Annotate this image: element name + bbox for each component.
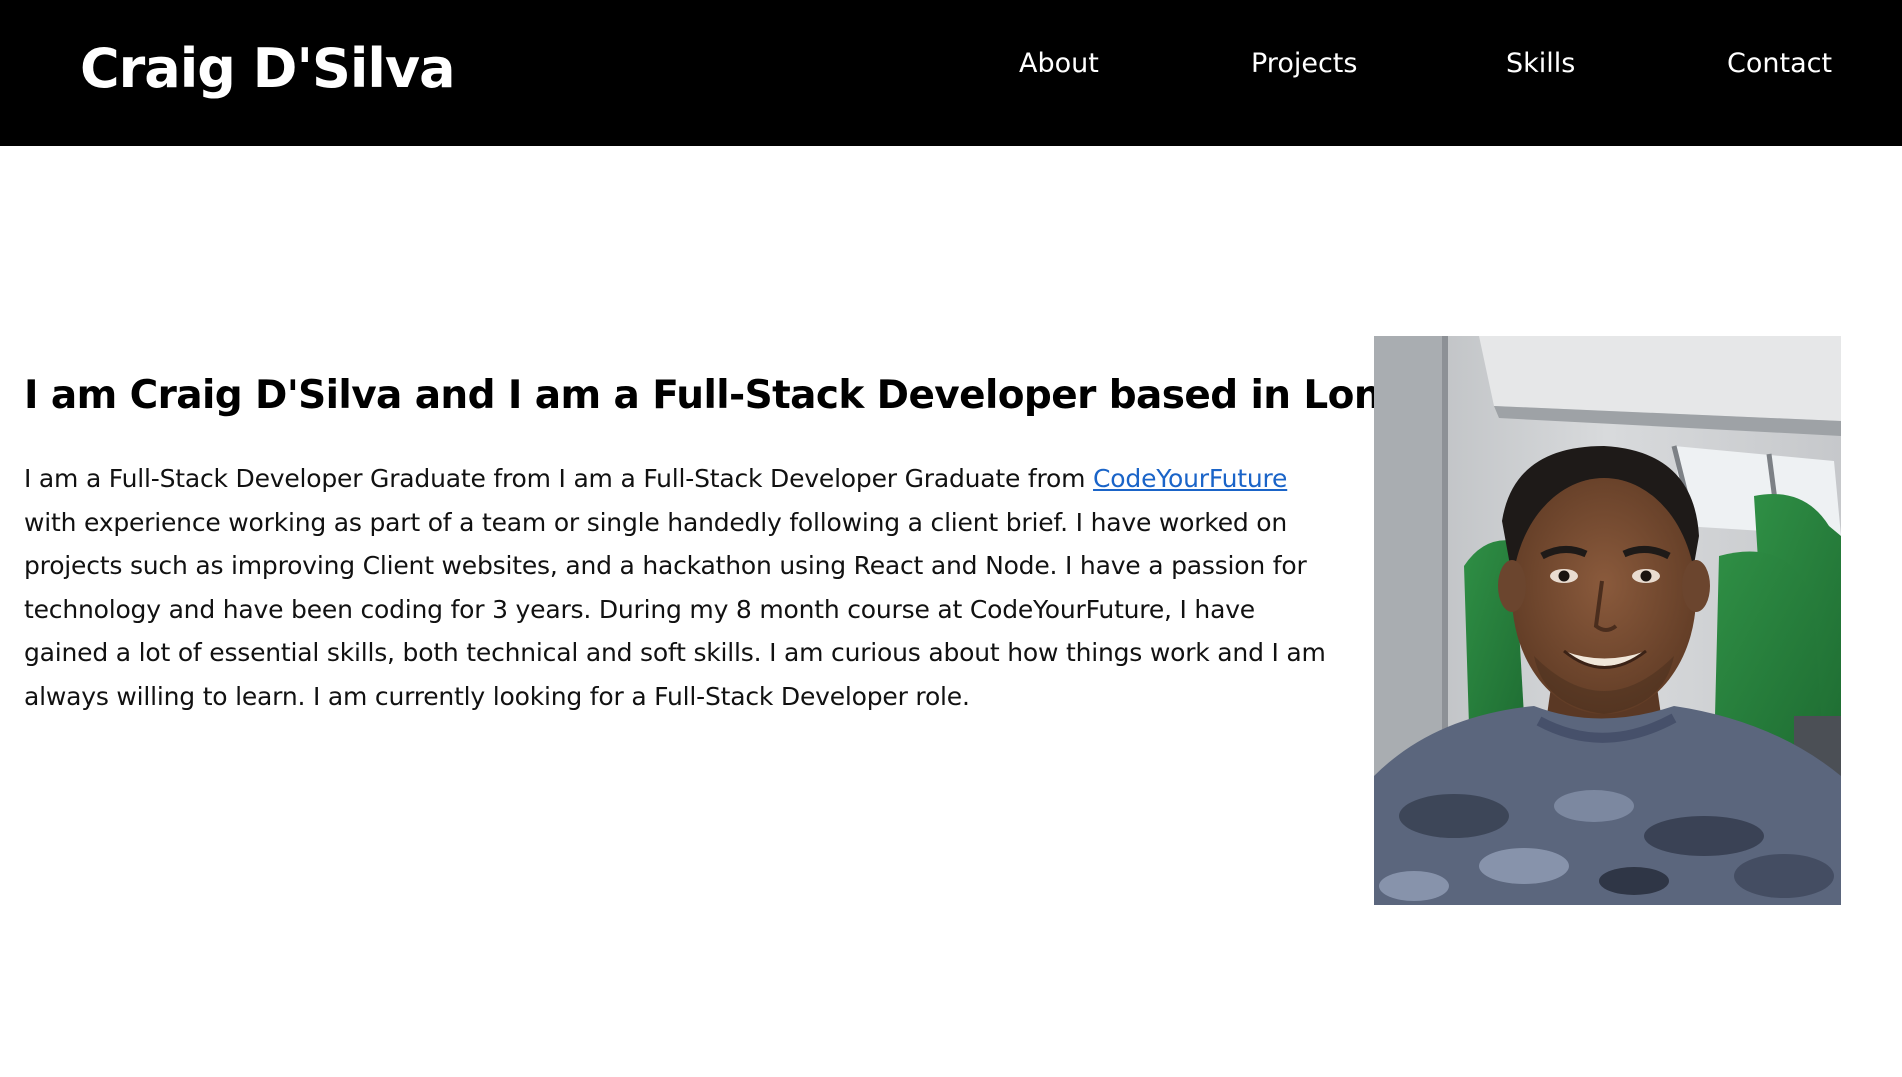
top-navbar: Craig D'Silva About Projects Skills Cont… xyxy=(0,0,1902,146)
about-heading: I am Craig D'Silva and I am a Full-Stack… xyxy=(24,373,1462,418)
portrait-photo-illustration xyxy=(1374,336,1841,905)
nav-link-skills[interactable]: Skills xyxy=(1506,44,1575,84)
nav-link-projects[interactable]: Projects xyxy=(1251,44,1357,84)
about-text-intro: I am a Full-Stack Developer Graduate fro… xyxy=(24,464,1094,493)
codeyourfuture-link[interactable]: CodeYourFuture xyxy=(1093,464,1287,493)
nav-link-contact[interactable]: Contact xyxy=(1727,44,1832,84)
profile-photo xyxy=(1374,336,1841,905)
about-paragraph: I am a Full-Stack Developer Graduate fro… xyxy=(24,457,1334,719)
about-text-body: with experience working as part of a tea… xyxy=(24,507,1326,711)
nav-link-about[interactable]: About xyxy=(1019,44,1099,84)
site-title[interactable]: Craig D'Silva xyxy=(80,36,456,102)
